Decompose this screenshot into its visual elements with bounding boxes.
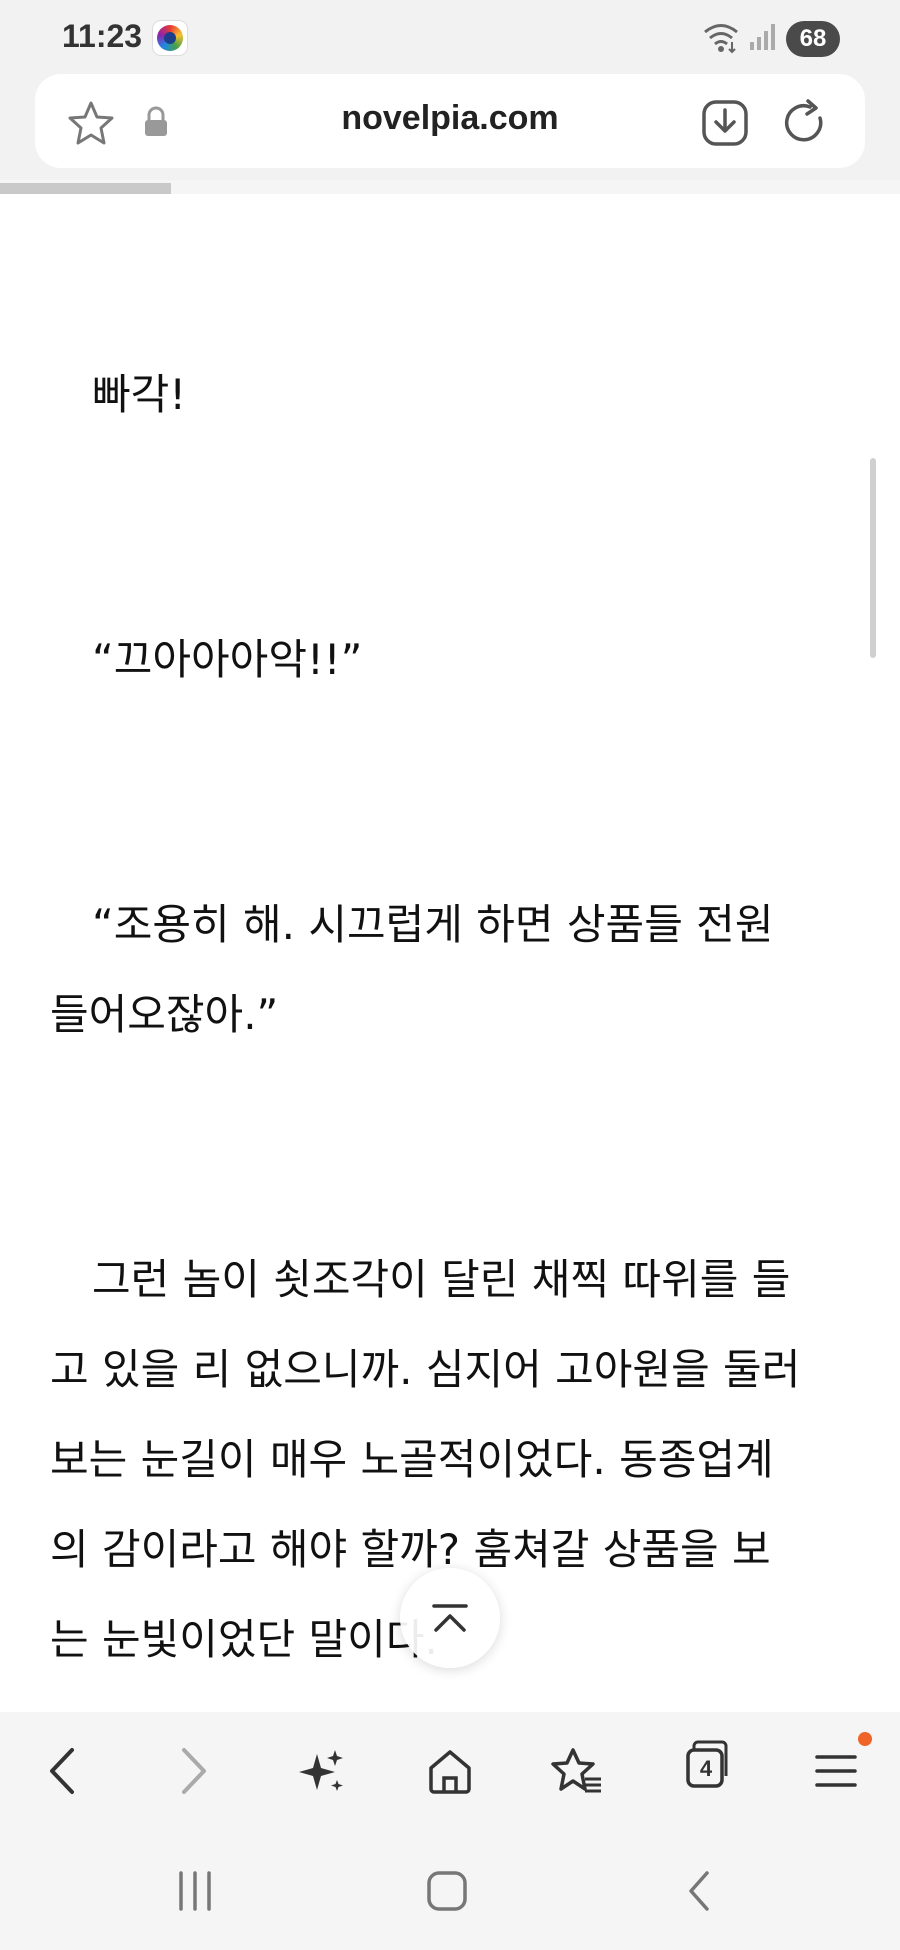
menu-notification-dot xyxy=(858,1732,872,1746)
ai-assistant-button[interactable] xyxy=(282,1736,362,1806)
sparkle-icon xyxy=(299,1750,343,1791)
home-icon xyxy=(429,1750,471,1794)
browser-top-bar: novelpia.com xyxy=(0,72,900,180)
signal-icon xyxy=(750,24,775,50)
status-bar: 11:23 68 xyxy=(0,0,900,72)
paragraph-line: “조용히 해. 시끄럽게 하면 상품들 전원 xyxy=(50,900,774,949)
menu-icon xyxy=(815,1755,857,1787)
system-back-button[interactable] xyxy=(654,1856,744,1926)
scrollbar-thumb[interactable] xyxy=(870,458,876,658)
recent-apps-button[interactable] xyxy=(150,1856,240,1926)
novel-reader-content[interactable]: 빠각! “끄아아아악!!” “조용히 해. 시끄럽게 하면 상품들 전원 들어오… xyxy=(0,194,900,1712)
paragraph-line: 그런 놈이 쇳조각이 달린 채찍 따위를 들 xyxy=(50,1255,791,1304)
bookmarks-button[interactable] xyxy=(536,1736,616,1806)
wifi-icon xyxy=(704,24,738,54)
back-button[interactable] xyxy=(22,1736,102,1806)
menu-button[interactable] xyxy=(796,1736,876,1806)
paragraph-line: “끄아아아악!!” xyxy=(50,635,363,684)
page-load-progress-fill xyxy=(0,183,171,194)
map-app-icon xyxy=(152,20,188,56)
tab-count: 4 xyxy=(699,1756,713,1781)
paragraph-line: 고 있을 리 없으니까. 심지어 고아원을 둘러 xyxy=(50,1345,801,1394)
battery-icon: 68 xyxy=(786,21,840,57)
tabs-icon: 4 xyxy=(666,1736,746,1806)
back-chevron-icon xyxy=(689,1871,709,1911)
paragraph-line: 들어오잖아.” xyxy=(50,990,279,1039)
recent-apps-icon xyxy=(179,1871,211,1911)
paragraph-line: 보는 눈길이 매우 노골적이었다. 동종업계 xyxy=(50,1435,774,1484)
system-home-button[interactable] xyxy=(402,1856,492,1926)
page-load-progress xyxy=(0,180,900,194)
system-nav-bar xyxy=(0,1828,900,1950)
scroll-to-top-button[interactable] xyxy=(400,1568,500,1668)
browser-screen: 11:23 68 novelpia.com 빠각! “끄아아아악!!” “조용히… xyxy=(0,0,900,1950)
home-square-icon xyxy=(427,1871,467,1911)
home-button[interactable] xyxy=(410,1736,490,1806)
forward-button[interactable] xyxy=(154,1736,234,1806)
address-bar[interactable]: novelpia.com xyxy=(35,74,865,168)
paragraph-3: “조용히 해. 시끄럽게 하면 상품들 전원 들어오잖아.” xyxy=(50,880,850,1060)
status-time: 11:23 xyxy=(62,18,143,54)
forward-arrow-icon xyxy=(182,1748,206,1794)
paragraph-line: 빠각! xyxy=(50,370,187,419)
chevron-up-icon xyxy=(432,1604,468,1632)
bookmarks-icon xyxy=(551,1748,601,1793)
browser-bottom-toolbar: 4 xyxy=(0,1712,900,1828)
tabs-button[interactable]: 4 xyxy=(666,1736,746,1806)
download-icon[interactable] xyxy=(700,98,750,148)
star-outline-icon[interactable] xyxy=(67,100,115,146)
back-arrow-icon xyxy=(50,1748,74,1794)
paragraph-2: “끄아아아악!!” xyxy=(50,615,850,705)
reload-icon[interactable] xyxy=(780,98,830,148)
paragraph-1: 빠각! xyxy=(50,350,850,440)
lock-icon xyxy=(145,106,167,136)
